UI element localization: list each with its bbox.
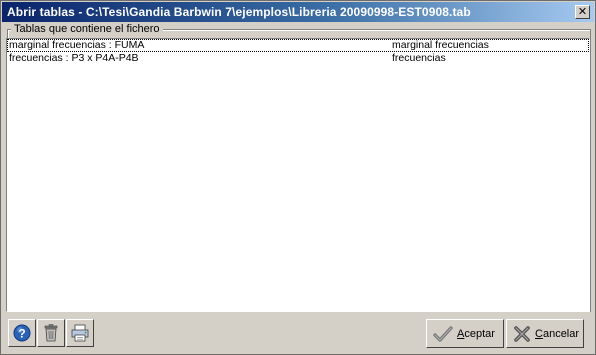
cross-icon — [514, 325, 530, 342]
open-tables-dialog: Abrir tablas - C:\Tesi\Gandia Barbwin 7\… — [0, 0, 596, 355]
print-button[interactable] — [66, 319, 94, 347]
trash-icon — [44, 324, 58, 342]
close-icon: ✕ — [577, 5, 588, 18]
cancel-label: Cancelar — [535, 327, 580, 340]
accept-label: Aceptar — [457, 327, 495, 340]
cancel-button[interactable]: Cancelar — [506, 319, 584, 348]
help-icon: ? — [13, 324, 31, 342]
tables-group-label: Tablas que contiene el fichero — [11, 23, 163, 35]
help-button[interactable]: ? — [8, 319, 36, 347]
printer-icon — [71, 324, 89, 342]
table-name-cell: marginal frecuencias : FUMA — [9, 39, 145, 51]
checkmark-icon — [433, 325, 453, 342]
window-title: Abrir tablas - C:\Tesi\Gandia Barbwin 7\… — [7, 5, 471, 19]
svg-text:?: ? — [18, 327, 25, 341]
accept-button[interactable]: Aceptar — [426, 319, 504, 348]
table-name-cell: frecuencias : P3 x P4A-P4B — [9, 52, 139, 64]
delete-button[interactable] — [37, 319, 65, 347]
tables-list[interactable]: marginal frecuencias : FUMA marginal fre… — [6, 38, 590, 312]
table-type-cell: frecuencias — [392, 52, 446, 64]
title-bar: Abrir tablas - C:\Tesi\Gandia Barbwin 7\… — [2, 2, 594, 22]
table-row[interactable]: marginal frecuencias : FUMA marginal fre… — [7, 39, 589, 52]
table-type-cell: marginal frecuencias — [392, 39, 489, 51]
close-button[interactable]: ✕ — [575, 5, 590, 19]
table-row[interactable]: frecuencias : P3 x P4A-P4B frecuencias — [7, 52, 589, 65]
